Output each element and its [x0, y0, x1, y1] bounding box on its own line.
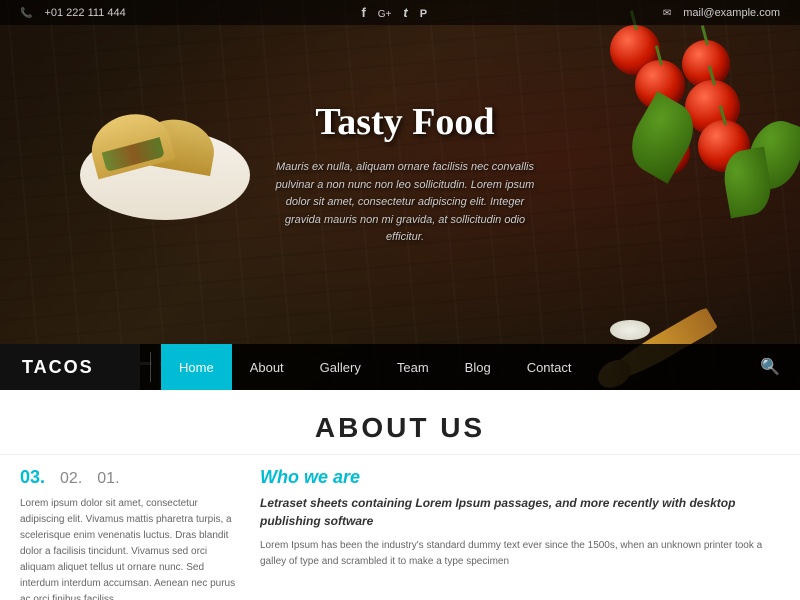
food-plate	[80, 110, 250, 230]
email-icon	[663, 7, 675, 19]
nav-item-blog[interactable]: Blog	[447, 344, 509, 390]
top-bar-left: +01 222 111 444	[20, 7, 126, 19]
hero-description: Mauris ex nulla, aliquam ornare facilisi…	[270, 159, 540, 247]
social-links	[361, 5, 427, 20]
hero-section: Tasty Food Mauris ex nulla, aliquam orna…	[0, 0, 800, 390]
twitter-icon[interactable]	[403, 5, 407, 20]
facebook-icon[interactable]	[361, 5, 365, 20]
nav-item-about[interactable]: About	[232, 344, 302, 390]
about-section: ABOUT US 03. 02. 01. Lorem ipsum dolor s…	[0, 390, 800, 600]
phone-number: +01 222 111 444	[44, 7, 125, 19]
pinterest-icon[interactable]	[420, 5, 427, 20]
google-plus-icon[interactable]	[378, 5, 392, 20]
email-address: mail@example.com	[683, 7, 780, 19]
about-title-block: ABOUT US	[0, 390, 800, 455]
number-active[interactable]: 03.	[20, 467, 45, 488]
navbar: TACOS Home About Gallery Team Blog Conta…	[0, 344, 800, 390]
about-body-text: Lorem Ipsum has been the industry's stan…	[260, 538, 780, 570]
nav-links: Home About Gallery Team Blog Contact	[161, 344, 760, 390]
salt-pile	[610, 320, 650, 340]
number-third[interactable]: 01.	[97, 470, 119, 488]
hero-title: Tasty Food	[270, 100, 540, 144]
who-we-are-heading: Who we are	[260, 467, 780, 488]
hero-content: Tasty Food Mauris ex nulla, aliquam orna…	[270, 100, 540, 247]
about-left-column: 03. 02. 01. Lorem ipsum dolor sit amet, …	[20, 467, 240, 600]
search-button[interactable]	[760, 357, 800, 377]
about-content: 03. 02. 01. Lorem ipsum dolor sit amet, …	[0, 455, 800, 600]
about-left-text: Lorem ipsum dolor sit amet, consectetur …	[20, 496, 240, 600]
nav-item-contact[interactable]: Contact	[509, 344, 590, 390]
about-number-tabs: 03. 02. 01.	[20, 467, 240, 488]
number-second[interactable]: 02.	[60, 470, 82, 488]
nav-divider	[150, 352, 151, 382]
nav-item-team[interactable]: Team	[379, 344, 447, 390]
about-right-column: Who we are Letraset sheets containing Lo…	[260, 467, 780, 600]
brand-logo: TACOS	[0, 344, 140, 390]
top-bar-right: mail@example.com	[663, 7, 780, 19]
nav-item-gallery[interactable]: Gallery	[302, 344, 379, 390]
phone-icon	[20, 7, 36, 19]
about-italic-description: Letraset sheets containing Lorem Ipsum p…	[260, 494, 780, 530]
nav-item-home[interactable]: Home	[161, 344, 232, 390]
top-bar: +01 222 111 444 mail@example.com	[0, 0, 800, 25]
about-title: ABOUT US	[0, 412, 800, 444]
